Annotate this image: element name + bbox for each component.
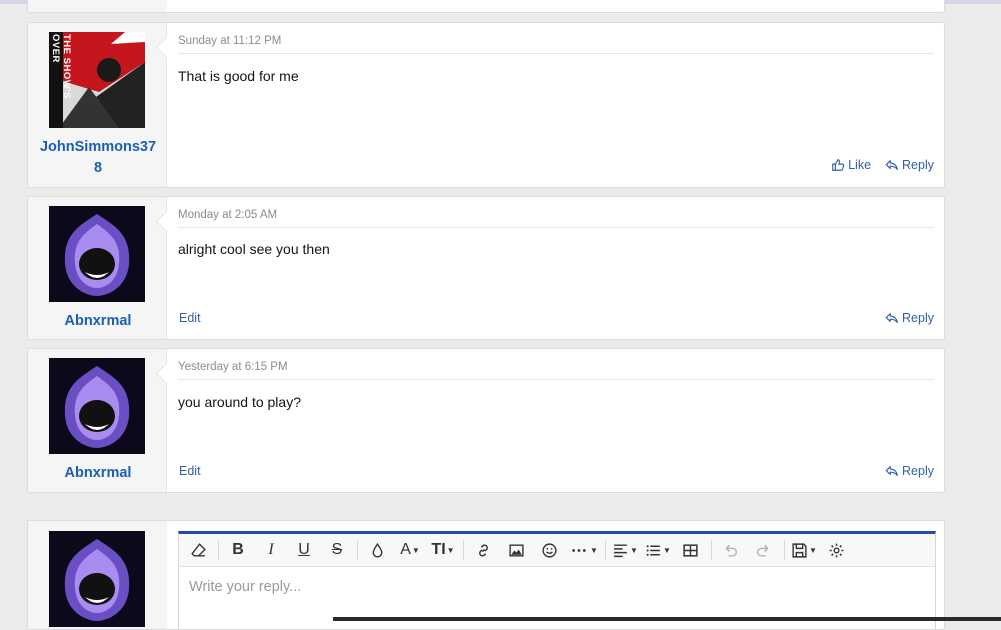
reply-button[interactable]: Reply: [885, 464, 934, 478]
drafts-icon[interactable]: ▼: [791, 538, 817, 562]
reply-editor[interactable]: B I U S A ▼ TI ▼ ▼ ▼ ▼ ▼ Write your repl…: [178, 531, 936, 629]
previous-message-card: [27, 0, 945, 13]
edit-button[interactable]: Edit: [179, 464, 201, 478]
eraser-icon[interactable]: [185, 538, 211, 562]
avatar-caption: THE SHOW'S OVER: [50, 34, 72, 99]
settings-icon[interactable]: [824, 538, 850, 562]
message-user-panel: THE SHOW'S OVER JohnSimmons37 8: [28, 23, 167, 187]
more-icon[interactable]: ▼: [569, 538, 598, 562]
message-body: alright cool see you then: [178, 241, 330, 257]
reply-label: Reply: [902, 311, 934, 325]
avatar-image: [49, 358, 145, 454]
reply-label: Reply: [902, 464, 934, 478]
reply-input-placeholder[interactable]: Write your reply...: [189, 579, 301, 595]
image-icon[interactable]: [503, 538, 529, 562]
username-part: JohnSimmons37: [39, 139, 157, 155]
avatar: [49, 531, 145, 627]
like-button[interactable]: Like: [831, 158, 871, 172]
size-glyph: TI: [431, 541, 446, 558]
bold-icon[interactable]: B: [225, 538, 251, 562]
reply-button[interactable]: Reply: [885, 311, 934, 325]
edit-button[interactable]: Edit: [179, 311, 201, 325]
message-user-panel: Abnxrmal: [28, 197, 167, 339]
reply-label: Reply: [902, 158, 934, 172]
italic-icon[interactable]: I: [258, 538, 284, 562]
avatar-image: [49, 206, 145, 302]
font-glyph: A: [400, 541, 411, 558]
reply-button[interactable]: Reply: [885, 158, 934, 172]
avatar-image: [49, 531, 145, 627]
align-icon[interactable]: ▼: [612, 538, 638, 562]
list-icon[interactable]: ▼: [645, 538, 671, 562]
strikethrough-icon[interactable]: S: [324, 538, 350, 562]
redo-icon[interactable]: [751, 538, 777, 562]
message-user-panel: Abnxrmal: [28, 349, 167, 492]
color-icon[interactable]: [364, 538, 390, 562]
message-timestamp[interactable]: Yesterday at 6:15 PM: [178, 361, 934, 380]
underline-icon[interactable]: U: [291, 538, 317, 562]
username-part: 8: [93, 160, 103, 176]
username-link[interactable]: Abnxrmal: [34, 311, 162, 332]
avatar[interactable]: [49, 206, 145, 302]
avatar[interactable]: [49, 358, 145, 454]
editor-toolbar: B I U S A ▼ TI ▼ ▼ ▼ ▼ ▼: [179, 534, 935, 567]
font-family-icon[interactable]: A ▼: [397, 538, 423, 562]
message-body: That is good for me: [178, 68, 299, 84]
like-label: Like: [848, 158, 872, 172]
message-card: Abnxrmal Yesterday at 6:15 PM you around…: [27, 348, 945, 493]
message-card: Abnxrmal Monday at 2:05 AM alright cool …: [27, 196, 945, 340]
link-icon[interactable]: [470, 538, 496, 562]
username-link[interactable]: Abnxrmal: [34, 463, 162, 484]
message-timestamp[interactable]: Sunday at 11:12 PM: [178, 35, 934, 54]
reply-icon: [885, 313, 898, 323]
font-size-icon[interactable]: TI ▼: [430, 538, 456, 562]
username-link[interactable]: JohnSimmons37 8: [34, 137, 162, 179]
thumbs-up-icon: [832, 159, 845, 171]
message-body: you around to play?: [178, 394, 301, 410]
undo-icon[interactable]: [718, 538, 744, 562]
reply-user-panel: [28, 521, 167, 629]
quick-reply: B I U S A ▼ TI ▼ ▼ ▼ ▼ ▼ Write your repl…: [27, 520, 945, 630]
avatar[interactable]: THE SHOW'S OVER: [49, 32, 145, 128]
window-bottom-edge: [333, 617, 1001, 621]
reply-icon: [885, 160, 898, 170]
message-timestamp[interactable]: Monday at 2:05 AM: [178, 209, 934, 228]
reply-icon: [885, 466, 898, 476]
emoji-icon[interactable]: [536, 538, 562, 562]
message-card: THE SHOW'S OVER JohnSimmons37 8 Sunday a…: [27, 22, 945, 188]
table-icon[interactable]: [678, 538, 704, 562]
